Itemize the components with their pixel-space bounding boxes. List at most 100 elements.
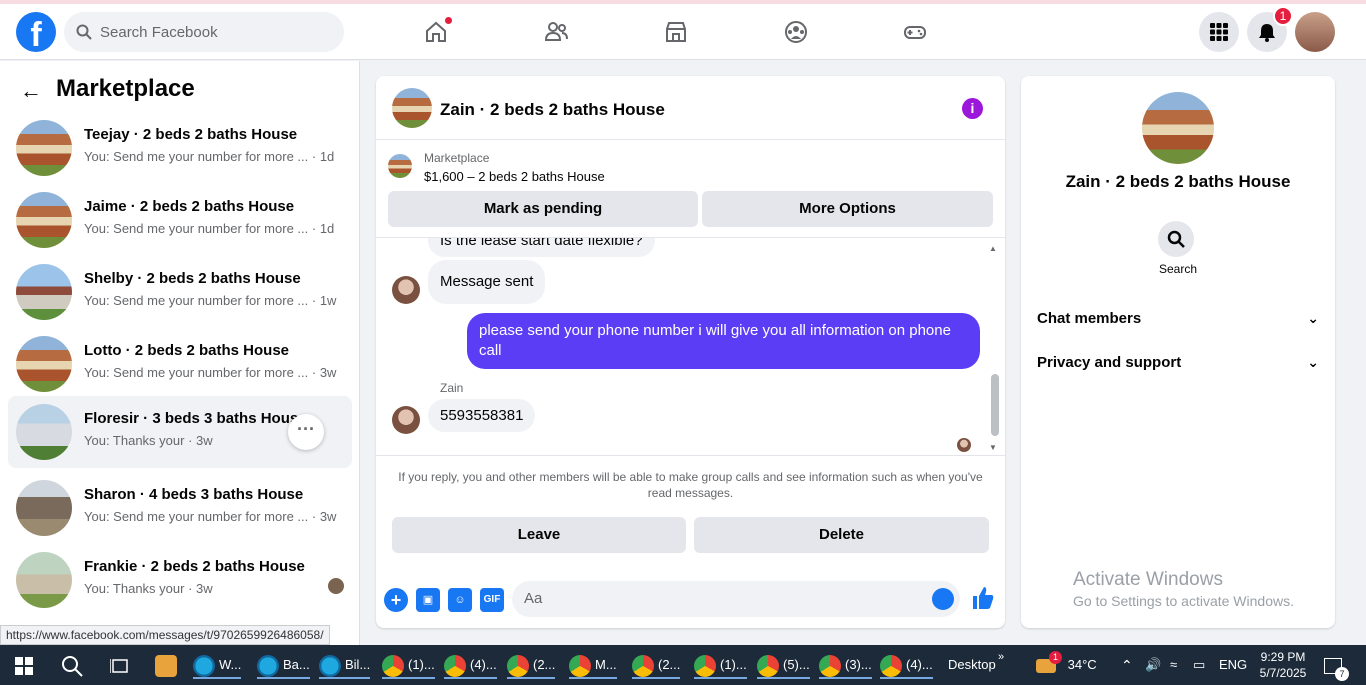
notifications-button[interactable]: 1 [1247,6,1293,52]
taskbar-search-icon[interactable] [61,655,83,677]
taskbar-app-label: Bil... [345,657,371,672]
clock[interactable]: 9:29 PM 5/7/2025 [1255,645,1311,685]
privacy-support-section[interactable]: Privacy and support ⌄ [1037,354,1319,371]
taskbar-app-chrome[interactable]: M... [569,651,617,679]
info-icon[interactable]: i [962,98,983,119]
groups-icon[interactable] [776,12,816,52]
wifi-icon[interactable]: ≈ [1170,645,1177,685]
message-input[interactable]: Aa [512,581,960,617]
gif-icon[interactable]: GIF [480,588,504,612]
edge-icon [193,654,215,677]
conversation-item[interactable]: Teejay · 2 beds 2 baths House You: Send … [8,112,352,184]
emoji-icon[interactable] [932,588,954,610]
search-input[interactable]: Search Facebook [64,12,344,52]
back-arrow-icon[interactable]: ← [20,78,42,104]
taskbar-app-chrome[interactable]: (4)... [880,651,933,679]
listing-source: Marketplace [424,151,490,165]
photo-icon[interactable]: ▣ [416,588,440,612]
conversation-item[interactable]: Shelby · 2 beds 2 baths House You: Send … [8,256,352,328]
chat-info-panel: Zain · 2 beds 2 baths House Search Chat … [1021,76,1335,628]
activate-windows-watermark: Activate Windows Go to Settings to activ… [1073,569,1294,609]
task-view-icon[interactable] [110,657,130,675]
taskbar-app-label: (1)... [408,657,435,672]
search-icon [1167,230,1185,248]
action-center-button[interactable]: 7 [1324,645,1349,685]
delete-button[interactable]: Delete [694,517,989,553]
more-options-button[interactable]: More Options [702,191,993,227]
taskbar-app-label: (1)... [720,657,747,672]
chat-members-label: Chat members [1037,310,1142,327]
message-thread[interactable]: Is the lease start date flexible? Messag… [376,237,1005,456]
taskbar-app-edge[interactable]: W... [193,651,242,679]
message-bubble-incoming: Message sent [428,260,546,304]
clock-time: 9:29 PM [1260,650,1306,664]
conversation-item[interactable]: Jaime · 2 beds 2 baths House You: Send m… [8,184,352,256]
taskbar-app-edge[interactable]: Ba... [257,651,310,679]
volume-icon[interactable]: 🔊 [1145,645,1161,685]
taskbar-app-chrome[interactable]: (1)... [694,651,747,679]
weather-widget[interactable]: 1 34°C [1036,645,1097,685]
taskbar-app-chrome[interactable]: (1)... [382,651,435,679]
plus-icon[interactable]: + [384,588,408,612]
taskbar-app-chrome[interactable]: (3)... [819,651,872,679]
scroll-up-icon[interactable]: ▲ [989,244,997,253]
chrome-icon [382,654,404,677]
conversation-item[interactable]: Lotto · 2 beds 2 baths House You: Send m… [8,328,352,400]
sticker-icon[interactable]: ☺ [448,588,472,612]
taskbar-app-label: (5)... [783,657,810,672]
search-conversation-button[interactable] [1158,221,1194,257]
conversation-item-active[interactable]: Floresir · 3 beds 3 baths House You: Tha… [8,396,352,468]
taskbar-app-chrome[interactable]: (5)... [757,651,810,679]
chevron-double-right-icon[interactable]: » [998,637,1004,677]
listing-price: $1,600 – 2 beds 2 baths House [424,169,605,184]
group-call-notice: If you reply, you and other members will… [398,470,983,500]
message-bubble-incoming: Is the lease start date flexible? [428,238,655,257]
gaming-icon[interactable] [895,12,935,52]
chrome-icon [694,654,716,677]
profile-avatar[interactable] [1295,12,1335,52]
chat-title: Zain · 2 beds 2 baths House [440,100,665,119]
notification-count: 7 [1335,666,1349,681]
chrome-icon [632,654,654,677]
mark-as-pending-button[interactable]: Mark as pending [388,191,698,227]
conversation-item[interactable]: Sharon · 4 beds 3 baths House You: Send … [8,472,352,544]
friends-icon[interactable] [536,12,576,52]
listing-thumbnail [16,336,72,392]
like-thumbs-up-icon[interactable] [972,586,994,610]
taskbar-app-label: (3)... [845,657,872,672]
grid-icon [1210,23,1228,41]
taskbar-app-paint[interactable] [155,651,181,679]
conversation-title: Jaime · 2 beds 2 baths House [84,198,295,215]
chat-header: Zain · 2 beds 2 baths House i [376,76,1005,140]
scroll-down-icon[interactable]: ▼ [989,443,997,452]
battery-icon[interactable]: ▭ [1193,645,1205,685]
chat-window: Zain · 2 beds 2 baths House i Marketplac… [376,76,1005,628]
leave-button[interactable]: Leave [392,517,686,553]
page-scrollbar[interactable] [1352,61,1366,645]
windows-start-icon[interactable] [15,657,33,675]
status-bar-url: https://www.facebook.com/messages/t/9702… [0,625,330,645]
seen-avatar [328,578,344,594]
language-indicator[interactable]: ENG [1219,645,1247,685]
taskbar-app-label: Ba... [283,657,310,672]
taskbar-app-edge[interactable]: Bil... [319,651,371,679]
taskbar-app-chrome[interactable]: (2... [632,651,681,679]
desktop-toolbar[interactable]: Desktop [948,645,996,685]
marketplace-icon[interactable] [656,12,696,52]
menu-grid-button[interactable] [1199,12,1239,52]
windows-taskbar: W... Ba... Bil... (1)... (4)... (2... M.… [0,645,1366,685]
facebook-logo-icon[interactable]: f [16,12,56,52]
conversation-item[interactable]: Frankie · 2 beds 2 baths House You: Than… [8,544,352,616]
taskbar-app-chrome[interactable]: (2... [507,651,556,679]
privacy-support-label: Privacy and support [1037,354,1182,371]
chevron-up-icon[interactable]: ⌃ [1121,645,1133,685]
taskbar-app-label: (4)... [906,657,933,672]
taskbar-app-chrome[interactable]: (4)... [444,651,497,679]
listing-thumbnail [16,552,72,608]
chat-members-section[interactable]: Chat members ⌄ [1037,310,1319,327]
scrollbar-thumb[interactable] [991,374,999,436]
conversation-more-options-button[interactable]: ··· [288,414,324,450]
top-navigation-bar: f Search Facebook 1 [0,4,1366,60]
page-title: Marketplace [56,75,195,102]
conversation-title: Frankie · 2 beds 2 baths House [84,558,305,575]
